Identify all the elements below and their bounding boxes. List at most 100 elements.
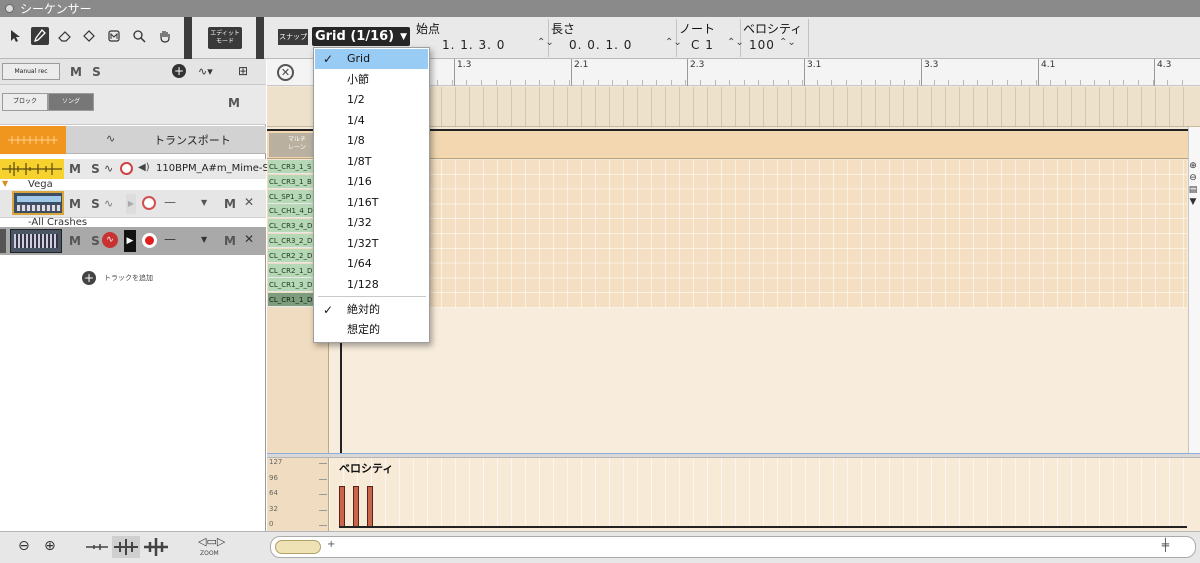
drum-note-label[interactable]: CL_CR3_4_D xyxy=(268,219,314,234)
drum-note-label[interactable]: CL_CR2_1_D xyxy=(268,263,314,278)
snap-menu-item[interactable]: 1/4 xyxy=(315,111,428,131)
crash-close-icon[interactable]: ✕ xyxy=(244,232,254,246)
drum-note-label[interactable]: CL_CR3_2_D xyxy=(268,234,314,248)
ruler-tick xyxy=(921,59,922,86)
snap-menu-item[interactable]: ✓ Grid xyxy=(315,49,428,69)
velocity-bar[interactable] xyxy=(339,486,345,527)
fit-down-icon[interactable]: ▼ xyxy=(1188,197,1198,207)
vega-close-icon[interactable]: ✕ xyxy=(244,195,254,209)
manual-rec-button[interactable]: Manual rec xyxy=(2,63,60,80)
snap-mode-item[interactable]: ✓ 絶対的 xyxy=(315,300,428,320)
pointer-tool-icon[interactable] xyxy=(6,27,24,45)
horizontal-scrollbar[interactable]: + ╪ xyxy=(270,536,1196,558)
crash-record-icon[interactable] xyxy=(142,233,157,248)
ruler-minor-tick xyxy=(1153,80,1154,85)
end-marker-icon[interactable]: ╪ xyxy=(1162,538,1169,552)
vega-mute-button[interactable]: M xyxy=(224,197,239,211)
vega-record-icon[interactable] xyxy=(142,196,156,210)
start-field[interactable]: 始点 1. 1. 3. 0 ⌃⌄ xyxy=(414,19,554,57)
vega-collapse-icon[interactable]: ▼ xyxy=(2,179,8,188)
mute-tool-icon[interactable] xyxy=(105,27,123,45)
edit-mode-button[interactable]: エディット モード xyxy=(208,27,242,49)
snap-menu-item[interactable]: 1/16T xyxy=(315,193,428,213)
block-button[interactable]: ブロック xyxy=(2,93,48,111)
song-button[interactable]: ソング xyxy=(48,93,94,111)
vega-ms-buttons[interactable]: M S xyxy=(69,197,103,211)
chevron-down-icon: ▼ xyxy=(400,31,408,42)
snap-menu-item[interactable]: 1/128 xyxy=(315,275,428,295)
snap-menu-item[interactable]: 1/32T xyxy=(315,234,428,254)
note-field[interactable]: ノート C 1 ⌃⌄ xyxy=(677,19,744,57)
velocity-bar[interactable] xyxy=(367,486,373,527)
crash-ms-buttons[interactable]: M S xyxy=(69,234,103,248)
eraser-tool-icon[interactable] xyxy=(56,27,74,45)
audio-waveform-icon xyxy=(0,159,64,179)
snap-menu-item[interactable]: 1/64 xyxy=(315,254,428,274)
audio-track-row[interactable]: M S ∿ ◀) 110BPM_A#m_Mime-S... xyxy=(0,159,278,179)
vega-play-icon[interactable]: ▶ xyxy=(126,194,136,214)
speaker-icon[interactable]: ◀) xyxy=(138,162,150,173)
drum-note-label[interactable]: CL_CR3_1_S xyxy=(268,160,314,174)
grid-view-icon[interactable]: ⊞ xyxy=(238,64,248,78)
add-circle-icon[interactable]: + xyxy=(172,64,186,78)
velocity-lane[interactable]: 127 96 64 32 0 ベロシティ xyxy=(267,458,1200,531)
snap-menu-item[interactable]: 1/8 xyxy=(315,131,428,151)
zoom-in-icon[interactable]: ⊕ xyxy=(44,538,56,554)
zoom-out-icon[interactable]: ⊖ xyxy=(1188,173,1198,183)
vega-track-row[interactable]: M S ∿ ▶ — ▼ M ✕ xyxy=(0,190,266,218)
drum-note-label[interactable]: CL_CH1_4_D xyxy=(268,204,314,219)
zoom-in-icon[interactable]: ⊕ xyxy=(1188,161,1198,171)
snap-select[interactable]: Grid (1/16) ▼ xyxy=(312,27,410,46)
snap-menu-item[interactable]: 1/2 xyxy=(315,90,428,110)
crash-dropdown-icon[interactable]: ▼ xyxy=(201,235,207,244)
ruler-tick-label: 4.1 xyxy=(1041,60,1056,70)
drum-note-label[interactable]: CL_CR1_1_D xyxy=(268,293,314,308)
automation-icon[interactable]: ∿▾ xyxy=(198,65,213,78)
snap-menu-item[interactable]: 1/32 xyxy=(315,213,428,233)
crash-automation-icon[interactable]: ∿ xyxy=(102,232,118,248)
crash-track-row[interactable]: M S ∿ ▶ — ▼ M ✕ xyxy=(0,227,266,255)
scroll-thumb[interactable] xyxy=(275,540,321,554)
audio-ms-buttons[interactable]: M S xyxy=(69,162,103,176)
velocity-grid xyxy=(329,458,1187,528)
fit-up-icon[interactable]: ▤ xyxy=(1188,185,1198,195)
snap-menu-item[interactable]: 1/16 xyxy=(315,172,428,192)
stepper-icon[interactable]: ⌃⌄ xyxy=(779,37,796,48)
drum-note-label[interactable]: CL_SP1_3_D xyxy=(268,189,314,204)
note-grid-empty[interactable] xyxy=(329,308,1187,453)
crash-play-icon[interactable]: ▶ xyxy=(124,230,136,252)
zoom-arrows-icon[interactable]: ◁▭▷ xyxy=(198,535,225,548)
window-dot-icon[interactable] xyxy=(5,4,14,13)
loop-marker-icon[interactable]: + xyxy=(327,539,335,550)
magnifier-tool-icon[interactable] xyxy=(130,27,148,45)
pencil-tool-icon[interactable] xyxy=(31,27,49,45)
crash-mute-button[interactable]: M xyxy=(224,234,239,248)
velocity-field[interactable]: ベロシティ 100 ⌃⌄ xyxy=(741,19,809,57)
add-track-button[interactable]: + トラックを追加 xyxy=(82,271,153,285)
add-circle-icon: + xyxy=(82,271,96,285)
vega-dropdown-icon[interactable]: ▼ xyxy=(201,198,207,207)
paint-tool-icon[interactable] xyxy=(80,27,98,45)
ruler-minor-tick xyxy=(875,80,876,85)
snap-menu-item[interactable]: 1/8T xyxy=(315,152,428,172)
transport-track-row[interactable]: ∿ トランスポート xyxy=(0,126,266,154)
transport-automation-icon[interactable]: ∿ xyxy=(106,132,115,145)
velocity-bar[interactable] xyxy=(353,486,359,527)
ruler-tick xyxy=(1154,59,1155,86)
snap-menu-item[interactable]: 小節 xyxy=(315,70,428,90)
zoom-out-icon[interactable]: ⊖ xyxy=(18,538,30,554)
close-circle-icon[interactable]: ✕ xyxy=(277,64,294,81)
record-arm-icon[interactable] xyxy=(120,162,133,175)
drum-note-label[interactable]: CL_CR1_3_D xyxy=(268,278,314,293)
snap-mode-item[interactable]: 想定的 xyxy=(315,320,428,340)
note-grid[interactable] xyxy=(329,160,1187,308)
drum-note-label[interactable]: CL_CR2_2_D xyxy=(268,248,314,263)
master-ms-buttons[interactable]: M S xyxy=(70,65,104,79)
ruler-minor-tick xyxy=(1182,80,1183,85)
length-field[interactable]: 長さ 0. 0. 1. 0 ⌃⌄ xyxy=(549,19,682,57)
audio-automation-icon[interactable]: ∿ xyxy=(104,162,113,175)
hand-tool-icon[interactable] xyxy=(156,27,174,45)
vega-automation-icon[interactable]: ∿ xyxy=(104,197,113,210)
drum-note-label[interactable]: CL_CR3_1_B xyxy=(268,174,314,189)
mode-mute-button[interactable]: M xyxy=(228,96,243,110)
